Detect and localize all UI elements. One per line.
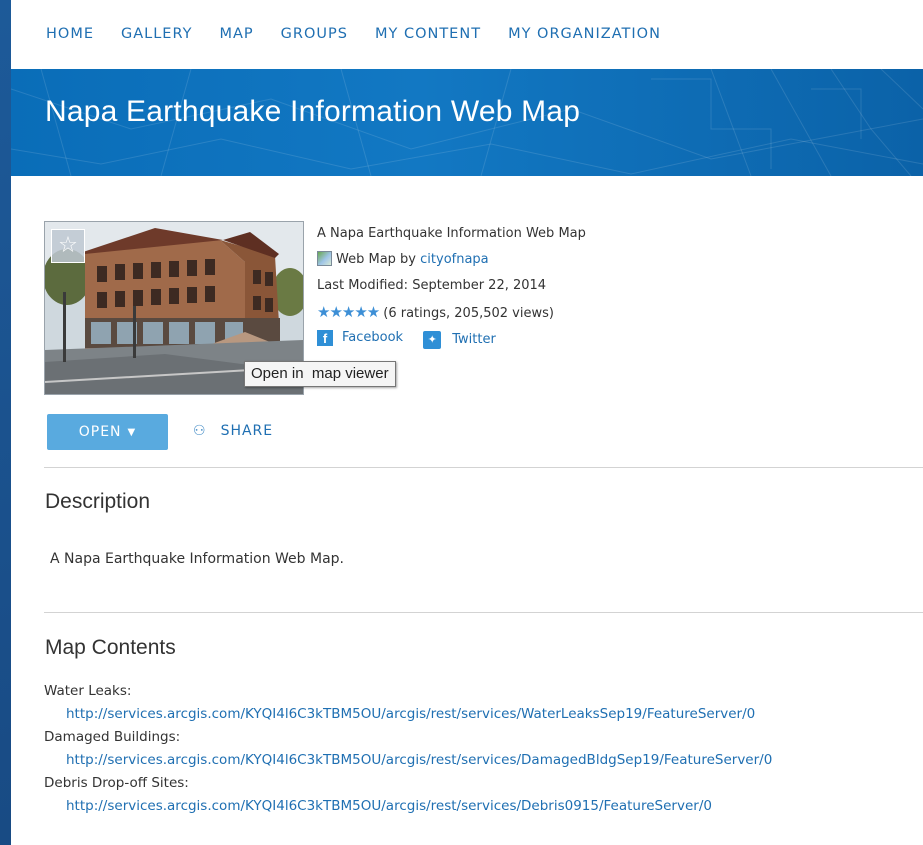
web-map-icon (317, 251, 332, 266)
map-contents-heading: Map Contents (45, 636, 176, 659)
layer-url-link[interactable]: http://services.arcgis.com/KYQI4l6C3kTBM… (44, 798, 923, 821)
item-type-label: Web Map by (336, 252, 416, 267)
title-banner: Napa Earthquake Information Web Map (11, 69, 923, 176)
facebook-link[interactable]: Facebook (342, 329, 403, 347)
twitter-link[interactable]: Twitter (452, 331, 496, 349)
open-button-label: OPEN (78, 424, 122, 440)
divider (44, 467, 923, 468)
map-contents-list: Water Leaks: http://services.arcgis.com/… (44, 683, 923, 821)
twitter-share[interactable]: ✦ Twitter (423, 331, 496, 349)
item-summary: ☆ A Napa Earthquake Information Web Map … (44, 221, 914, 401)
share-people-icon: ⚇ (193, 423, 207, 439)
rating-row: ★★★★★ (6 ratings, 205,502 views) (317, 303, 586, 329)
divider (44, 612, 923, 613)
description-heading: Description (45, 490, 151, 513)
nav-groups[interactable]: GROUPS (281, 27, 348, 42)
item-type-row: Web Map by cityofnapa (317, 251, 586, 277)
rating-stars-icon[interactable]: ★★★★★ (317, 303, 380, 321)
nav-my-organization[interactable]: MY ORGANIZATION (508, 27, 661, 42)
item-summary-text: A Napa Earthquake Information Web Map (317, 226, 586, 241)
layer-url-link[interactable]: http://services.arcgis.com/KYQI4l6C3kTBM… (44, 706, 923, 729)
layer-name: Debris Drop-off Sites: (44, 775, 189, 791)
item-metadata: A Napa Earthquake Information Web Map We… (317, 225, 586, 355)
page-title: Napa Earthquake Information Web Map (45, 95, 581, 128)
layer-name: Water Leaks: (44, 683, 132, 699)
item-actions: OPEN ▼ ⚇ SHARE (47, 414, 907, 450)
nav-map[interactable]: MAP (219, 27, 253, 42)
share-label: SHARE (220, 423, 274, 439)
caret-down-icon: ▼ (127, 426, 137, 438)
social-row: f Facebook ✦ Twitter (317, 329, 586, 355)
last-modified: Last Modified: September 22, 2014 (317, 278, 547, 293)
nav-gallery[interactable]: GALLERY (121, 27, 192, 42)
open-button[interactable]: OPEN ▼ (47, 414, 168, 450)
ratings-views: (6 ratings, 205,502 views) (383, 306, 554, 321)
description-text: A Napa Earthquake Information Web Map. (50, 551, 345, 567)
layer-name: Damaged Buildings: (44, 729, 181, 745)
twitter-icon: ✦ (423, 331, 442, 349)
layer-url-link[interactable]: http://services.arcgis.com/KYQI4l6C3kTBM… (44, 752, 923, 775)
facebook-icon: f (317, 330, 333, 346)
nav-my-content[interactable]: MY CONTENT (375, 27, 481, 42)
page: HOME GALLERY MAP GROUPS MY CONTENT MY OR… (11, 0, 923, 845)
owner-link[interactable]: cityofnapa (420, 252, 489, 267)
facebook-share[interactable]: f Facebook (317, 329, 403, 347)
top-nav: HOME GALLERY MAP GROUPS MY CONTENT MY OR… (11, 0, 923, 69)
star-icon[interactable]: ☆ (51, 229, 85, 263)
share-button[interactable]: ⚇ SHARE (193, 423, 273, 439)
nav-home[interactable]: HOME (46, 27, 94, 42)
open-in-map-viewer-tooltip: Open in map viewer (244, 361, 396, 387)
